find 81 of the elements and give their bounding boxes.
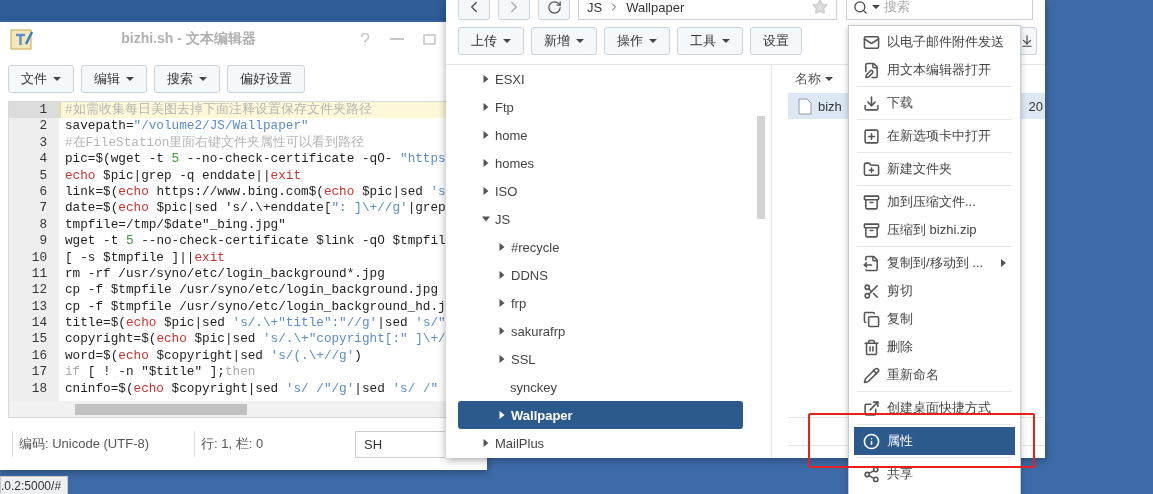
line-number: 9 xyxy=(38,233,48,250)
folder-tree-item[interactable]: JS xyxy=(458,205,743,233)
line-number: 6 xyxy=(38,183,48,201)
toolbar-button[interactable]: 上传 xyxy=(458,27,524,55)
menu-button[interactable]: 编辑 xyxy=(81,65,147,93)
line-number: 2 xyxy=(38,118,48,135)
menu-item[interactable]: 以电子邮件附件发送 xyxy=(857,28,1012,56)
menu-item[interactable]: 删除 xyxy=(857,333,1012,361)
encoding-label: 编码: Unicode (UTF-8) xyxy=(12,431,194,457)
code-line: echo $pic|grep -q enddate||exit xyxy=(64,167,303,184)
menu-item[interactable]: 属性 xyxy=(854,427,1015,455)
menu-item[interactable]: 新建文件夹 xyxy=(857,155,1012,183)
code-line: rm -rf /usr/syno/etc/login_background*.jpg xyxy=(64,265,386,283)
code-line: title=$(echo $pic|sed 's/.\+"title":"//g'|sed 's/" xyxy=(64,315,447,332)
file-name: bizh xyxy=(818,98,842,114)
toolbar-button[interactable]: 新增 xyxy=(531,27,597,55)
code-line: cp -f $tmpfile /usr/syno/etc/login_background.jpg xyxy=(64,282,440,299)
line-number: 8 xyxy=(38,216,48,234)
code-line: if [ ! -n "$title" ];then xyxy=(64,364,257,381)
menu-item[interactable]: 下载 xyxy=(857,89,1012,117)
line-number: 7 xyxy=(38,200,48,217)
toolbar-button[interactable]: 工具 xyxy=(677,27,743,55)
folder-tree-item[interactable]: homes xyxy=(458,149,743,177)
line-number: 5 xyxy=(38,167,48,184)
folder-tree-item[interactable]: home xyxy=(458,121,743,149)
code-line: cp -f $tmpfile /usr/syno/etc/login_background_hd.j xyxy=(64,298,447,316)
folder-tree-item[interactable]: MailPlus xyxy=(458,429,743,457)
folder-tree-item[interactable]: Wallpaper xyxy=(458,401,743,429)
line-number: 14 xyxy=(30,315,48,332)
menu-item[interactable]: 重新命名 xyxy=(857,361,1012,389)
folder-tree-item[interactable]: SSL xyxy=(458,345,743,373)
toolbar-button[interactable]: 设置 xyxy=(750,27,802,55)
menu-item[interactable]: 创建桌面快捷方式 xyxy=(857,394,1012,422)
menu-item[interactable]: 用文本编辑器打开 xyxy=(857,56,1012,84)
folder-tree-item[interactable]: Ftp xyxy=(458,93,743,121)
file-date: 20 xyxy=(1028,98,1044,114)
line-number: 15 xyxy=(30,331,48,348)
line-number: 10 xyxy=(30,249,48,266)
menu-button[interactable]: 搜索 xyxy=(154,65,220,93)
code-line: word=$(echo $copyright|sed 's/(.\+//g') xyxy=(64,347,363,365)
code-line: tmpfile=/tmp/$date"_bing.jpg" xyxy=(64,216,287,234)
menu-item[interactable]: 剪切 xyxy=(857,277,1012,305)
folder-tree-item[interactable]: ISO xyxy=(458,177,743,205)
column-header[interactable]: 名称 xyxy=(795,70,821,88)
line-number: 12 xyxy=(30,282,48,299)
menu-item[interactable]: 复制 xyxy=(857,305,1012,333)
code-line: copyright=$(echo $pic|sed 's/.\+"copyright[:" ]\+/ xyxy=(64,331,447,348)
folder-tree-item[interactable]: sakurafrp xyxy=(458,317,743,345)
status-url: .0.2:5000/# xyxy=(0,476,69,494)
menu-item[interactable]: 压缩到 bizhi.zip xyxy=(857,216,1012,244)
folder-tree-item[interactable]: ESXI xyxy=(458,65,743,93)
code-line: link=$(echo https://www.bing.com$(echo $pic|sed 's xyxy=(64,183,447,201)
menu-item[interactable]: 复制到/移动到 ... xyxy=(857,249,1012,277)
toolbar-button[interactable]: 操作 xyxy=(604,27,670,55)
menu-button[interactable]: 文件 xyxy=(8,65,74,93)
code-line: #在FileStation里面右键文件夹属性可以看到路径 xyxy=(64,134,366,152)
folder-tree-item[interactable]: synckey xyxy=(458,373,743,401)
line-number: 4 xyxy=(38,151,48,168)
line-number: 16 xyxy=(30,347,48,365)
menu-item[interactable]: 在新选项卡中打开 xyxy=(857,122,1012,150)
code-line: wget -t 5 --no-check-certificate $link -qO $tmpfil xyxy=(64,233,447,250)
code-line: [ -s $tmpfile ]||exit xyxy=(64,249,226,266)
language-select[interactable]: SH xyxy=(355,430,445,458)
line-number: 18 xyxy=(30,380,48,398)
menu-item[interactable]: 加到压缩文件... xyxy=(857,188,1012,216)
cursor-position: 行: 1, 栏: 0 xyxy=(194,431,341,457)
code-line: date=$(echo $pic|sed 's/.\+enddate[": ]\+//g'|grep xyxy=(64,200,447,217)
line-number: 17 xyxy=(30,364,48,381)
code-line: pic=$(wget -t 5 --no-check-certificate -qO- "https xyxy=(64,151,447,168)
line-number: 11 xyxy=(30,265,48,283)
path-field[interactable]: JS Wallpaper xyxy=(578,0,837,20)
line-number: 13 xyxy=(30,298,48,316)
code-line: cninfo=$(echo $copyright|sed 's/ /"/g'|sed 's/ /" xyxy=(64,380,440,398)
line-number: 1 xyxy=(9,102,59,119)
line-number: 3 xyxy=(38,134,48,152)
folder-tree-item[interactable]: #recycle xyxy=(458,233,743,261)
folder-tree-item[interactable]: DDNS xyxy=(458,261,743,289)
menu-button[interactable]: 偏好设置 xyxy=(227,65,305,93)
code-line: savepath="/volume2/JS/Wallpaper" xyxy=(64,118,310,135)
folder-tree-item[interactable]: frp xyxy=(458,289,743,317)
window-title: bizhi.sh - 文本编辑器 xyxy=(120,30,257,48)
